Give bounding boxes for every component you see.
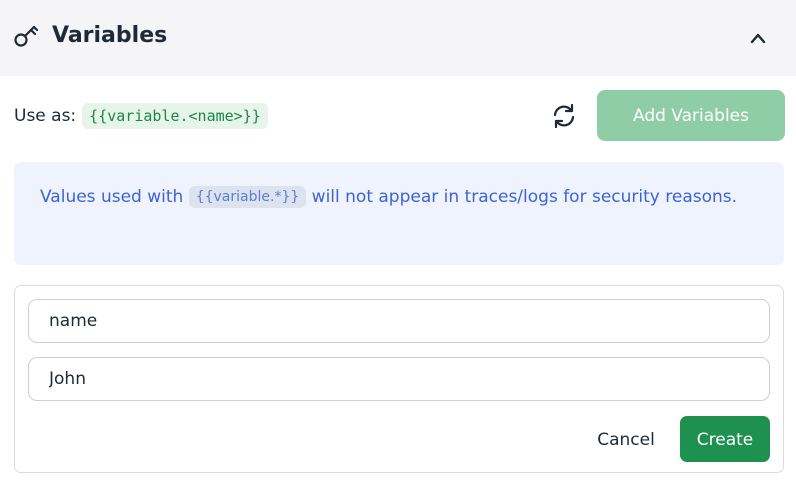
refresh-icon[interactable] — [550, 102, 578, 130]
key-icon — [14, 24, 40, 48]
variable-value-input[interactable] — [28, 357, 770, 401]
notice-code: {{variable.*}} — [188, 186, 307, 208]
create-button[interactable]: Create — [680, 416, 770, 462]
cancel-button[interactable]: Cancel — [585, 416, 667, 462]
security-notice: Values used with {{variable.*}} will not… — [14, 162, 784, 265]
section-title: Variables — [52, 23, 168, 48]
variables-header[interactable]: Variables — [0, 0, 796, 76]
variable-name-input[interactable] — [28, 299, 770, 343]
variable-syntax-code: {{variable.<name>}} — [82, 103, 268, 129]
use-as-label: Use as: — [14, 106, 77, 126]
notice-text-after: will not appear in traces/logs for secur… — [311, 187, 738, 207]
chevron-up-icon[interactable] — [744, 24, 772, 52]
use-as-hint: Use as: {{variable.<name>}} — [14, 102, 268, 130]
notice-text-before: Values used with — [40, 187, 184, 207]
new-variable-form: Cancel Create — [14, 285, 784, 473]
add-variables-button[interactable]: Add Variables — [597, 90, 785, 141]
